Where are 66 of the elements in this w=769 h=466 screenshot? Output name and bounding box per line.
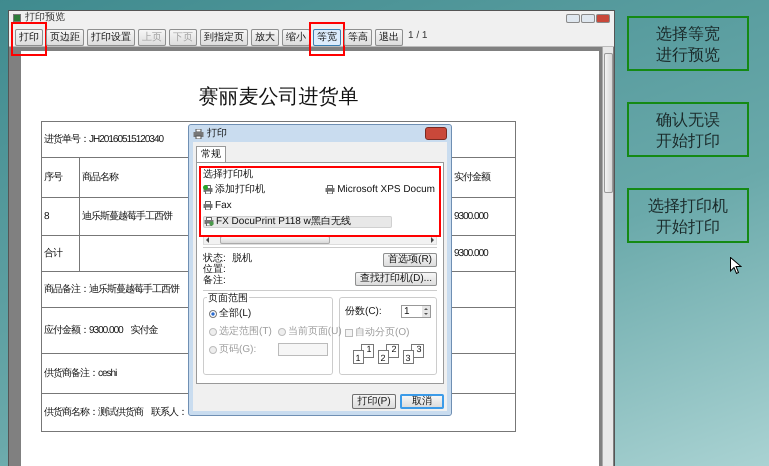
printer-item[interactable]: 添加打印机	[203, 183, 267, 195]
toolbar-button[interactable]: 页边距	[46, 29, 84, 46]
toolbar-button[interactable]: 退出	[375, 29, 403, 46]
note-text: 确认无误	[656, 108, 720, 130]
toolbar-button[interactable]: 打印设置	[87, 29, 135, 46]
dialog-button[interactable]: 取消	[400, 394, 444, 409]
toolbar-button[interactable]: 放大	[251, 29, 279, 46]
window-title: 打印预览	[25, 13, 65, 23]
group-title: 选择打印机	[203, 169, 254, 181]
field-label: 份数(C):	[345, 305, 382, 319]
table-cell-text: 9300.000	[453, 210, 490, 224]
scroll-left-icon[interactable]	[204, 236, 212, 244]
dialog-title: 打印	[207, 126, 227, 141]
table-cell-text: 9300.000	[453, 247, 490, 261]
dialog-button[interactable]: 打印(P)	[352, 394, 396, 409]
add-printer-icon	[203, 184, 213, 194]
toolbar-button[interactable]: 到指定页	[200, 29, 248, 46]
collate-pages-drawing: 1 1 2 2 3 3	[352, 344, 424, 364]
vertical-scrollbar[interactable]	[602, 47, 613, 466]
note-text: 选择打印机	[648, 194, 728, 216]
table-cell-text: 进货单号：JH20160515120340	[44, 132, 164, 147]
toolbar-button[interactable]: 等高	[344, 29, 372, 46]
note-text: 开始打印	[656, 130, 720, 150]
find-printer-button[interactable]: 查找打印机(D)...	[354, 272, 437, 286]
maximize-button[interactable]	[581, 14, 595, 22]
field-value: 脱机	[232, 252, 252, 266]
table-cell-text: 实付金	[130, 324, 158, 338]
table-cell: 8	[42, 198, 80, 235]
tab[interactable]: 常规	[196, 146, 226, 162]
printer-item[interactable]: Microsoft XPS Docum	[325, 183, 437, 195]
toolbar-button[interactable]: 等宽	[313, 29, 341, 46]
field-label: 状态:	[203, 252, 226, 264]
field-label: 备注:	[203, 274, 226, 288]
scroll-right-icon[interactable]	[428, 236, 436, 244]
toolbar-button[interactable]: 缩小	[282, 29, 310, 46]
app-icon	[13, 14, 21, 22]
copies-spinner[interactable]: 1	[401, 305, 431, 318]
document-title: 赛丽麦公司进货单	[198, 83, 360, 110]
table-cell: 合计	[42, 236, 80, 271]
scrollbar-thumb[interactable]	[604, 53, 612, 193]
printer-icon	[204, 217, 214, 226]
table-cell-text: 供货商名称：测试供货商	[44, 406, 143, 420]
printer-icon	[325, 184, 336, 194]
preferences-button[interactable]: 首选项(R)	[383, 253, 437, 267]
spinner-arrows-icon[interactable]	[422, 306, 430, 317]
table-cell-text: 应付金额：9300.000	[44, 324, 123, 338]
table-cell-text: 实付金额	[453, 170, 492, 185]
printer-item[interactable]: Fax	[203, 199, 234, 212]
radio-button[interactable]: 全部(L)	[209, 306, 252, 321]
printer-icon	[193, 128, 204, 138]
table-cell-text: 联系人：	[151, 406, 187, 420]
table-cell-text: 商品备注：迪乐斯蔓越莓手工西饼	[44, 282, 179, 297]
note-text: 开始打印	[656, 216, 720, 236]
mouse-pointer-icon	[730, 257, 742, 275]
close-button[interactable]	[596, 14, 610, 22]
toolbar-button[interactable]: 打印	[15, 29, 43, 46]
table-cell: 序号	[42, 158, 80, 197]
table-cell-text: 供货商备注：ceshi	[44, 366, 116, 381]
note-text: 选择等宽	[656, 22, 720, 44]
page-indicator: 1 / 1	[408, 29, 428, 43]
field-label: 位置:	[203, 262, 226, 275]
printer-icon	[203, 200, 213, 210]
note-text: 进行预览	[656, 44, 720, 64]
printer-item[interactable]: FX DocuPrint P118 w黑白无线	[203, 216, 392, 228]
minimize-button[interactable]	[566, 14, 580, 22]
close-button[interactable]	[425, 127, 447, 140]
